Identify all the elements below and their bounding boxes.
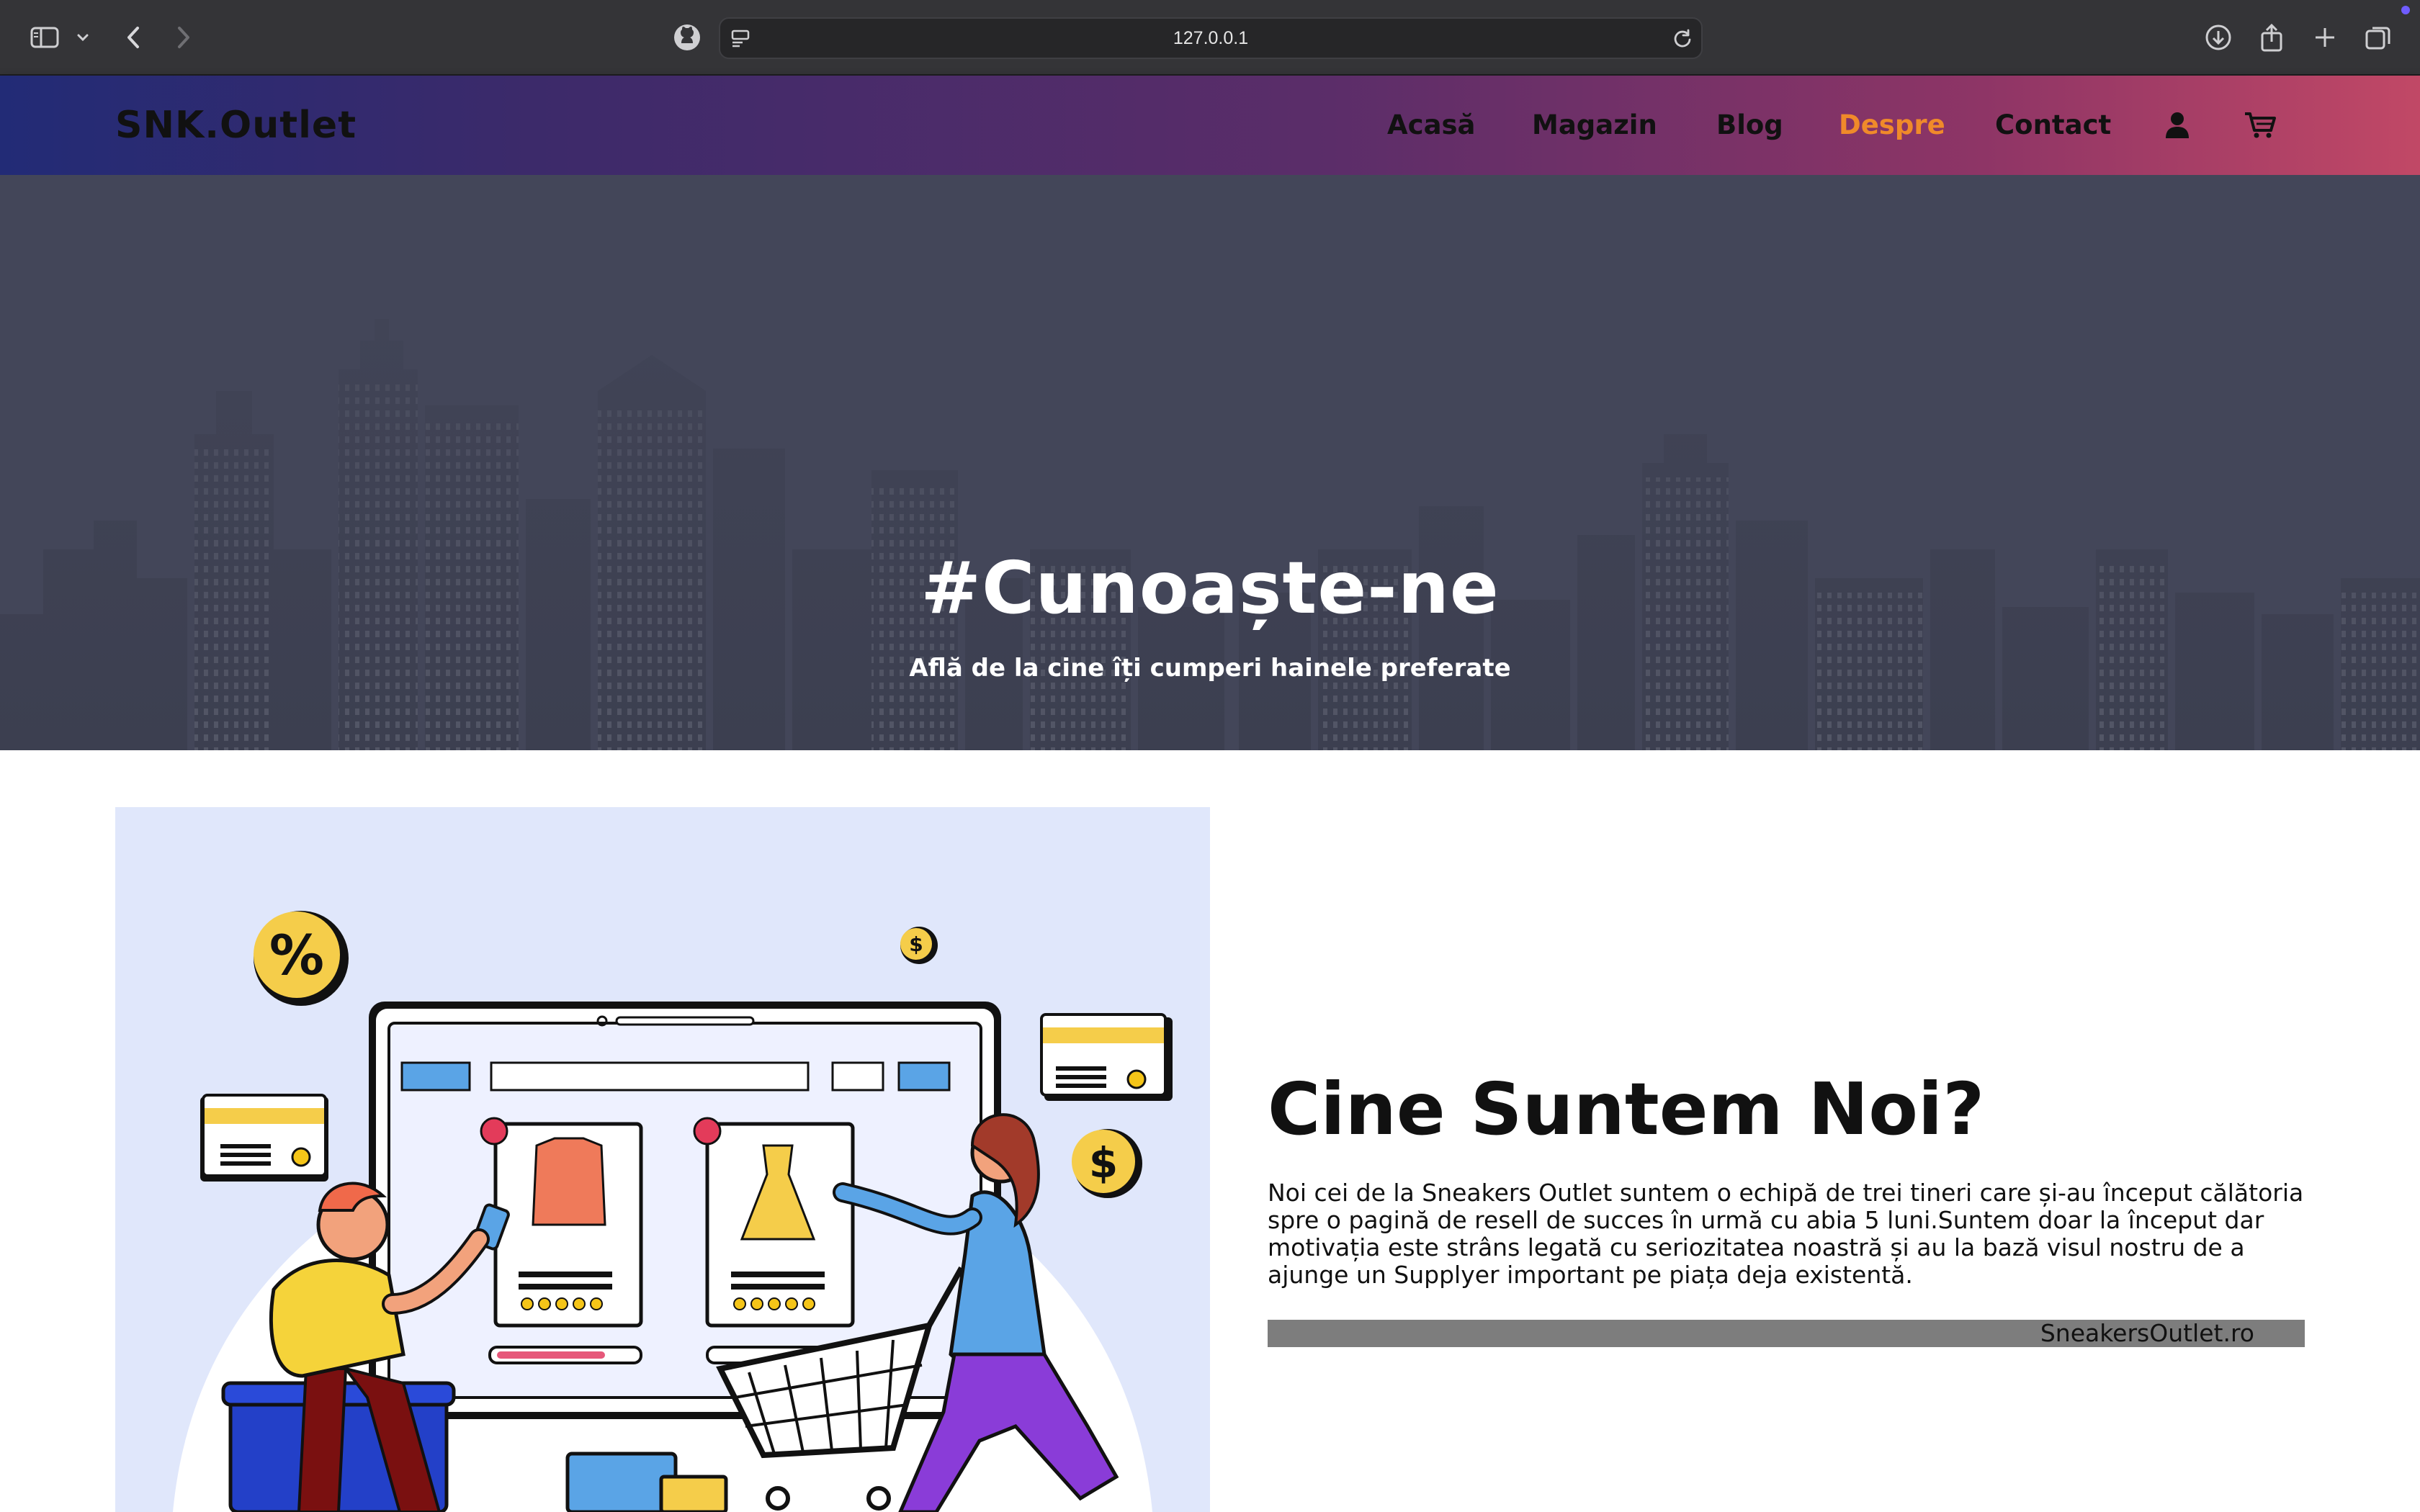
browser-toolbar: 127.0.0.1: [0, 0, 2420, 76]
url-text[interactable]: 127.0.0.1: [720, 19, 1701, 58]
nav-blog[interactable]: Blog: [1716, 76, 1783, 175]
download-icon[interactable]: [2202, 0, 2234, 74]
user-icon[interactable]: [2164, 76, 2190, 175]
nav-acasa[interactable]: Acasă: [1387, 76, 1476, 175]
nav-despre[interactable]: Despre: [1839, 76, 1945, 175]
forward-icon[interactable]: [169, 0, 198, 74]
tab-overview-icon[interactable]: [2362, 0, 2394, 74]
site-header: SNK.Outlet Acasă Magazin Blog Despre Con…: [0, 76, 2420, 175]
back-icon[interactable]: [119, 0, 148, 74]
cart-icon[interactable]: [2244, 76, 2277, 175]
about-description: Noi cei de la Sneakers Outlet suntem o e…: [1268, 1179, 2304, 1289]
nav-contact[interactable]: Contact: [1995, 76, 2111, 175]
about-title: Cine Suntem Noi?: [1268, 1067, 1985, 1151]
nav-magazin[interactable]: Magazin: [1532, 76, 1657, 175]
github-icon[interactable]: [671, 0, 703, 74]
svg-text:$: $: [1089, 1138, 1118, 1187]
chevron-down-icon[interactable]: [72, 0, 94, 74]
sidebar-icon[interactable]: [27, 0, 62, 74]
hero-banner: #Cunoaște-ne Află de la cine îți cumperi…: [0, 175, 2420, 750]
site-logo[interactable]: SNK.Outlet: [115, 76, 357, 175]
address-bar[interactable]: 127.0.0.1: [719, 17, 1703, 59]
signature-text: SneakersOutlet.ro: [2040, 1319, 2254, 1347]
share-icon[interactable]: [2256, 0, 2287, 74]
new-tab-icon[interactable]: [2309, 0, 2341, 74]
hero-title: #Cunoaște-ne: [920, 546, 1500, 630]
svg-text:%: %: [269, 923, 324, 987]
svg-text:$: $: [909, 932, 923, 956]
notification-dot: [2401, 6, 2410, 14]
reload-icon[interactable]: [1668, 19, 1697, 58]
signature-bar: SneakersOutlet.ro: [1268, 1320, 2305, 1347]
shopping-illustration: % $ $: [115, 807, 1210, 1512]
hero-subtitle: Află de la cine îți cumperi hainele pref…: [909, 654, 1511, 683]
